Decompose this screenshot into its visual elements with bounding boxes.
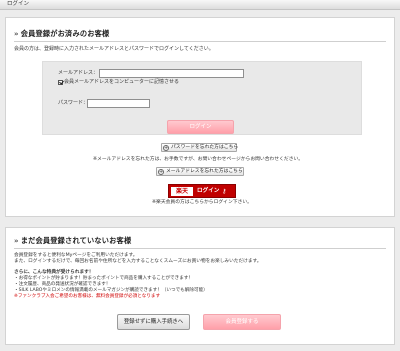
nonmember-section-title-text: まだ会員登録されていないお客様 [20, 236, 132, 245]
nonmember-section-divider [14, 248, 386, 249]
forgot-password-label: パスワードを忘れた方はこちら [171, 145, 239, 150]
key-icon: ⚷ [222, 188, 227, 195]
email-field[interactable] [99, 69, 244, 78]
password-label: パスワード： [58, 100, 89, 106]
rakuten-note: ※楽天会員の方はこちらからログイン下さい。 [152, 200, 252, 205]
login-button[interactable]: ログイン [167, 120, 234, 134]
forgot-password-button[interactable]: + パスワードを忘れた方はこちら [161, 143, 239, 152]
register-button[interactable]: 会員登録する [203, 314, 281, 330]
double-chevron-icon: » [14, 237, 19, 245]
forgot-email-label: メールアドレスを忘れた方はこちら [166, 169, 243, 174]
rakuten-login-label: ログイン [197, 188, 220, 194]
nonmember-intro-2: また、ログインするだけで、毎回お名前や住所などを入力することなくスムーズにお買い… [14, 259, 262, 264]
email-label: メールアドレス： [58, 70, 99, 76]
nonmember-section-title: » まだ会員登録されていないお客様 [14, 236, 131, 246]
fanclub-note: ※ファンクラブ入会ご希望のお客様は、無料会員登録が必須となります [14, 294, 161, 299]
rakuten-login-button[interactable]: 楽天 ログイン ⚷ [168, 184, 236, 198]
member-intro-text: 会員の方は、登録時に入力されたメールアドレスとパスワードでログインしてください。 [14, 46, 214, 52]
plus-circle-icon: + [158, 168, 164, 175]
remember-email-checkbox[interactable] [58, 80, 63, 85]
member-section-title-text: 会員登録がお済みのお客様 [20, 29, 110, 38]
rakuten-logo: 楽天 [171, 187, 193, 196]
remember-email-label: 会員メールアドレスをコンピューターに記憶させる [64, 79, 180, 85]
member-login-panel: » 会員登録がお済みのお客様 会員の方は、登録時に入力されたメールアドレスとパスワ… [5, 17, 395, 217]
member-section-divider [14, 41, 386, 42]
member-section-title: » 会員登録がお済みのお客様 [14, 29, 109, 39]
forgot-email-button[interactable]: + メールアドレスを忘れた方はこちら [156, 167, 244, 176]
nonmember-panel: » まだ会員登録されていないお客様 会員登録をすると便利なMyページをご利用いただ… [5, 227, 395, 345]
guest-checkout-button[interactable]: 登録せずに購入手続きへ [117, 314, 190, 330]
forgot-email-note: ※メールアドレスを忘れた方は、お手数ですが、お問い合わせページからお問い合わせく… [93, 157, 304, 162]
double-chevron-icon: » [14, 30, 19, 38]
plus-circle-icon: + [163, 144, 169, 151]
page-header-bar: ログイン [0, 0, 400, 10]
password-field[interactable] [87, 99, 150, 108]
page-header-title: ログイン [7, 1, 30, 7]
